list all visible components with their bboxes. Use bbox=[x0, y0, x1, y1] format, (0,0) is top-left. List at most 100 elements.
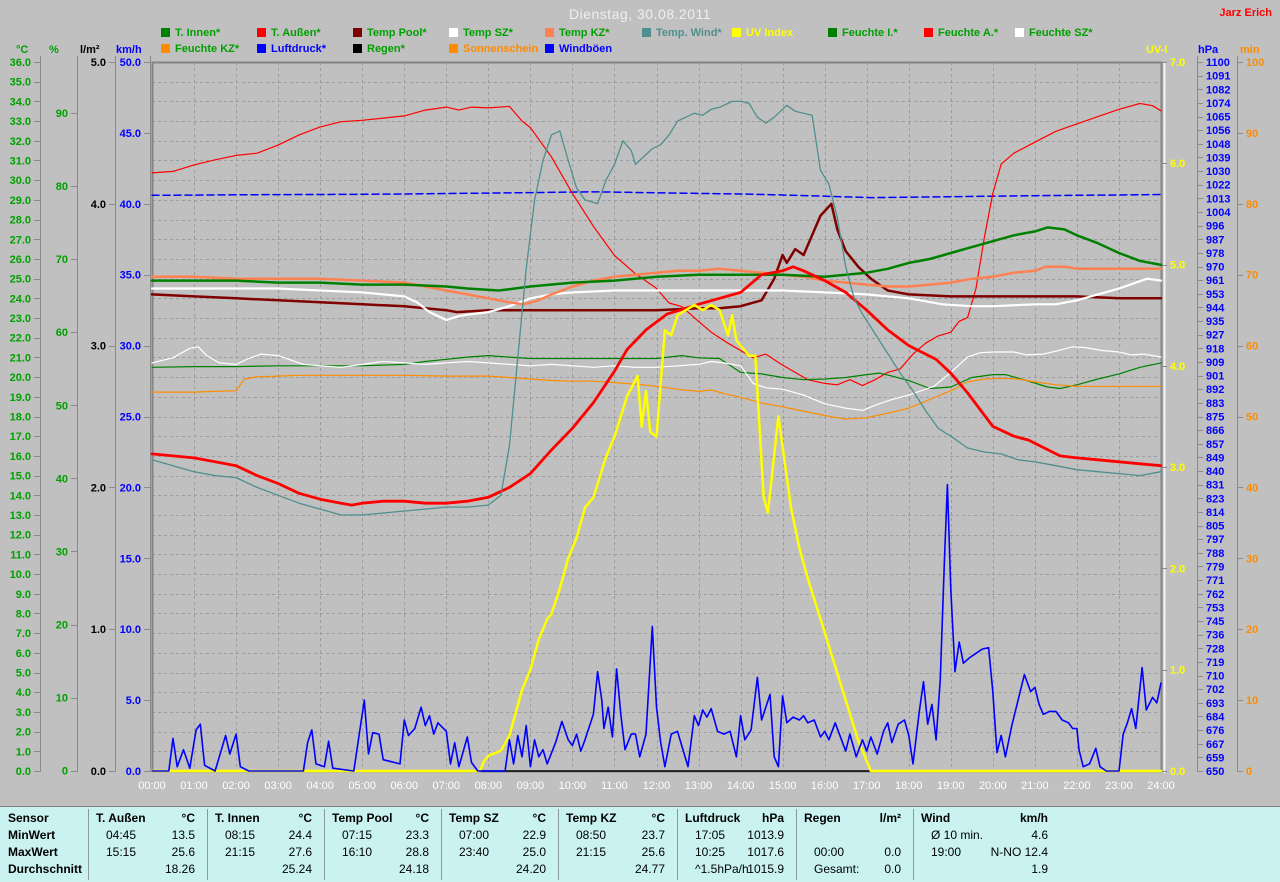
y-axis-hpa-label: 710 bbox=[1206, 671, 1224, 683]
y-axis-celsius-label: 5.0 bbox=[16, 668, 31, 680]
y-axis-pct-label: 60 bbox=[56, 327, 68, 339]
y-axis-celsius-label: 26.0 bbox=[10, 254, 31, 266]
y-axis-hpa-label: 797 bbox=[1206, 534, 1224, 546]
y-axis-celsius-label: 25.0 bbox=[10, 274, 31, 286]
y-axis-celsius-label: 24.0 bbox=[10, 293, 31, 305]
y-axis-hpa-label: 840 bbox=[1206, 466, 1224, 478]
y-axis-hpa-label: 883 bbox=[1206, 398, 1224, 410]
sensor-value: 27.6 bbox=[288, 845, 312, 859]
sensor-value: 1015.9 bbox=[747, 862, 784, 876]
y-axis-hpa-label: 849 bbox=[1206, 452, 1224, 464]
y-axis-celsius-label: 4.0 bbox=[16, 687, 31, 699]
y-axis-celsius-label: 33.0 bbox=[10, 116, 31, 128]
y-axis-hpa-label: 728 bbox=[1206, 643, 1224, 655]
x-axis-label: 09:00 bbox=[517, 780, 545, 792]
y-axis-minax-label: 10 bbox=[1246, 695, 1258, 707]
x-axis-label: 10:00 bbox=[559, 780, 587, 792]
table-separator bbox=[441, 809, 442, 880]
y-axis-kmh-label: 20.0 bbox=[120, 482, 141, 494]
y-axis-hpa-label: 892 bbox=[1206, 384, 1224, 396]
y-axis-kmh-label: 25.0 bbox=[120, 412, 141, 424]
y-axis-minax-label: 0 bbox=[1246, 766, 1252, 778]
y-axis-hpa-label: 814 bbox=[1206, 507, 1225, 519]
x-axis-label: 12:00 bbox=[643, 780, 671, 792]
y-axis-kmh-label: 50.0 bbox=[120, 57, 141, 69]
table-row-label: MinWert bbox=[8, 828, 56, 842]
y-axis-hpa-label: 771 bbox=[1206, 575, 1224, 587]
y-axis-pct-label: 0 bbox=[62, 766, 68, 778]
table-row-label: Sensor bbox=[8, 811, 49, 825]
y-axis-header: °C bbox=[16, 44, 28, 56]
x-axis-label: 04:00 bbox=[306, 780, 334, 792]
y-axis-celsius-label: 17.0 bbox=[10, 431, 31, 443]
y-axis-header: UV-I bbox=[1146, 44, 1167, 56]
y-axis-uv-label: 7.0 bbox=[1170, 57, 1185, 69]
y-axis-minax-label: 50 bbox=[1246, 412, 1258, 424]
y-axis-uv-label: 3.0 bbox=[1170, 462, 1185, 474]
y-axis-kmh-label: 35.0 bbox=[120, 270, 141, 282]
y-axis-hpa-label: 779 bbox=[1206, 561, 1224, 573]
y-axis-lm2-label: 2.0 bbox=[91, 482, 106, 494]
y-axis-celsius-label: 31.0 bbox=[10, 155, 31, 167]
y-axis-celsius-label: 27.0 bbox=[10, 234, 31, 246]
y-axis-kmh-label: 15.0 bbox=[120, 553, 141, 565]
y-axis-hpa bbox=[1197, 56, 1203, 772]
y-axis-hpa-label: 935 bbox=[1206, 316, 1224, 328]
chart-area: °C36.0 35.0 34.0 33.0 32.0 31.0 30.0 29.0 28.0 27… bbox=[10, 44, 1265, 792]
x-axis-label: 13:00 bbox=[685, 780, 713, 792]
y-axis-celsius-label: 2.0 bbox=[16, 727, 31, 739]
y-axis-celsius-label: 11.0 bbox=[10, 549, 31, 561]
y-axis-kmh bbox=[144, 56, 151, 772]
y-axis-celsius-label: 6.0 bbox=[16, 648, 31, 660]
y-axis-hpa-label: 901 bbox=[1206, 371, 1224, 383]
sensor-value: 24.18 bbox=[398, 862, 429, 876]
y-axis-celsius-label: 35.0 bbox=[10, 77, 31, 89]
x-axis-label: 06:00 bbox=[390, 780, 418, 792]
y-axis-minax-label: 90 bbox=[1246, 128, 1258, 140]
y-axis-hpa-label: 788 bbox=[1206, 548, 1224, 560]
x-axis-label: 19:00 bbox=[937, 780, 965, 792]
sensor-unit: hPa bbox=[761, 811, 784, 825]
y-axis-hpa-label: 1065 bbox=[1206, 112, 1230, 124]
y-axis-pct-label: 80 bbox=[56, 181, 68, 193]
y-axis-celsius-label: 21.0 bbox=[10, 352, 31, 364]
y-axis-hpa-label: 693 bbox=[1206, 698, 1224, 710]
series-feuchte-i bbox=[151, 355, 1162, 390]
y-axis-pct-label: 70 bbox=[56, 254, 68, 266]
sensor-unit: °C bbox=[415, 811, 429, 825]
gridlines bbox=[152, 62, 1161, 771]
x-axis-label: 03:00 bbox=[264, 780, 292, 792]
y-axis-celsius-label: 0.0 bbox=[16, 766, 31, 778]
y-axis-hpa-label: 1022 bbox=[1206, 180, 1230, 192]
y-axis-uv-label: 6.0 bbox=[1170, 158, 1185, 170]
sensor-value: 22.9 bbox=[522, 828, 546, 842]
y-axis-hpa-label: 650 bbox=[1206, 766, 1224, 778]
y-axis-celsius-label: 34.0 bbox=[10, 96, 31, 108]
y-axis-uv-label: 2.0 bbox=[1170, 563, 1185, 575]
sensor-unit: l/m² bbox=[879, 811, 901, 825]
y-axis-hpa-label: 1082 bbox=[1206, 84, 1230, 96]
sensor-value: 0.0 bbox=[884, 845, 901, 859]
table-row-label: MaxWert bbox=[8, 845, 58, 859]
table-separator bbox=[207, 809, 208, 880]
y-axis-pct-label: 20 bbox=[56, 620, 68, 632]
y-axis-hpa-label: 1056 bbox=[1206, 125, 1230, 137]
y-axis-hpa-label: 944 bbox=[1206, 302, 1225, 314]
x-axis-label: 18:00 bbox=[895, 780, 923, 792]
y-axis-celsius-label: 19.0 bbox=[10, 392, 31, 404]
y-axis-celsius-label: 20.0 bbox=[10, 372, 31, 384]
y-axis-celsius-label: 7.0 bbox=[16, 628, 31, 640]
y-axis-hpa-label: 996 bbox=[1206, 221, 1224, 233]
sensor-value: 18.26 bbox=[164, 862, 195, 876]
y-axis-celsius-label: 12.0 bbox=[10, 530, 31, 542]
series-windboeen bbox=[151, 483, 1162, 772]
y-axis-minax bbox=[1237, 56, 1243, 772]
y-axis-hpa-label: 1013 bbox=[1206, 193, 1230, 205]
y-axis-minax-label: 40 bbox=[1246, 482, 1258, 494]
series-t-innen bbox=[150, 226, 1163, 292]
y-axis-header: km/h bbox=[116, 44, 142, 56]
x-axis-label: 24:00 bbox=[1147, 780, 1175, 792]
y-axis-lm2 bbox=[109, 56, 116, 772]
x-axis-label: 22:00 bbox=[1063, 780, 1091, 792]
y-axis-header: l/m² bbox=[80, 44, 100, 56]
